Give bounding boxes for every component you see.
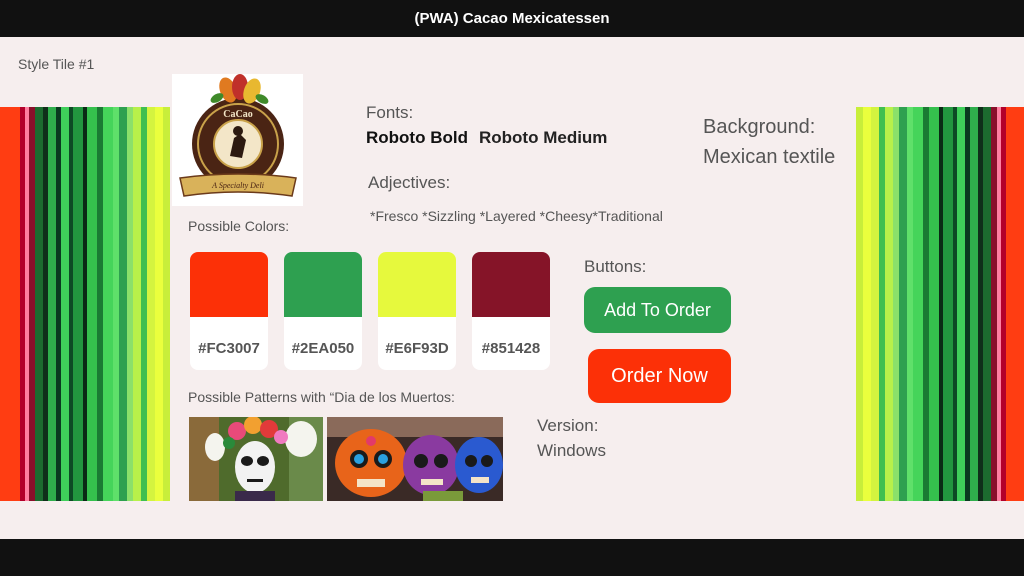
color-swatch-fill — [190, 252, 268, 317]
color-swatch: #851428 — [472, 252, 550, 370]
color-swatch-fill — [472, 252, 550, 317]
textile-pattern-left — [0, 107, 170, 501]
window-title: (PWA) Cacao Mexicatessen — [414, 10, 610, 27]
background-label: Background: — [703, 116, 816, 138]
color-swatch-fill — [378, 252, 456, 317]
sugar-skulls-photo — [327, 417, 503, 501]
version-label: Version: — [537, 416, 599, 435]
color-swatch-hex: #2EA050 — [291, 340, 355, 357]
fonts-label: Fonts: — [366, 103, 414, 122]
color-swatch-hex: #E6F93D — [385, 340, 449, 357]
color-swatch-hex: #FC3007 — [198, 340, 260, 357]
logo: CaCao A Specialty Deli — [172, 74, 303, 206]
color-swatch: #FC3007 — [190, 252, 268, 370]
patterns-label: Possible Patterns with “Dia de los Muert… — [188, 389, 455, 405]
color-swatch-fill — [284, 252, 362, 317]
style-tile-title: Style Tile #1 — [18, 56, 95, 72]
adjectives-label: Adjectives: — [368, 173, 451, 192]
order-now-button[interactable]: Order Now — [588, 349, 731, 403]
taskbar — [0, 539, 1024, 576]
color-swatch: #E6F93D — [378, 252, 456, 370]
logo-brand-text: CaCao — [223, 109, 252, 120]
colors-label: Possible Colors: — [188, 218, 290, 234]
version-value: Windows — [537, 441, 606, 460]
window-title-bar: (PWA) Cacao Mexicatessen — [0, 0, 1024, 37]
background-value: Mexican textile — [703, 146, 836, 168]
add-to-order-button[interactable]: Add To Order — [584, 287, 731, 333]
textile-pattern-right — [856, 107, 1024, 501]
catrina-photo — [189, 417, 323, 501]
color-swatch: #2EA050 — [284, 252, 362, 370]
color-swatch-hex: #851428 — [481, 340, 541, 357]
catrina-photo-art — [189, 417, 323, 501]
logo-tagline-text: A Specialty Deli — [211, 181, 264, 190]
sugar-skulls-photo-art — [327, 417, 503, 501]
font-sample-medium: Roboto Medium — [479, 128, 608, 147]
font-sample-bold: Roboto Bold — [366, 128, 468, 147]
buttons-label: Buttons: — [584, 257, 647, 276]
cacao-mexicatessen-logo: CaCao A Specialty Deli — [179, 74, 297, 197]
adjectives-value: *Fresco *Sizzling *Layered *Cheesy*Tradi… — [370, 208, 663, 224]
